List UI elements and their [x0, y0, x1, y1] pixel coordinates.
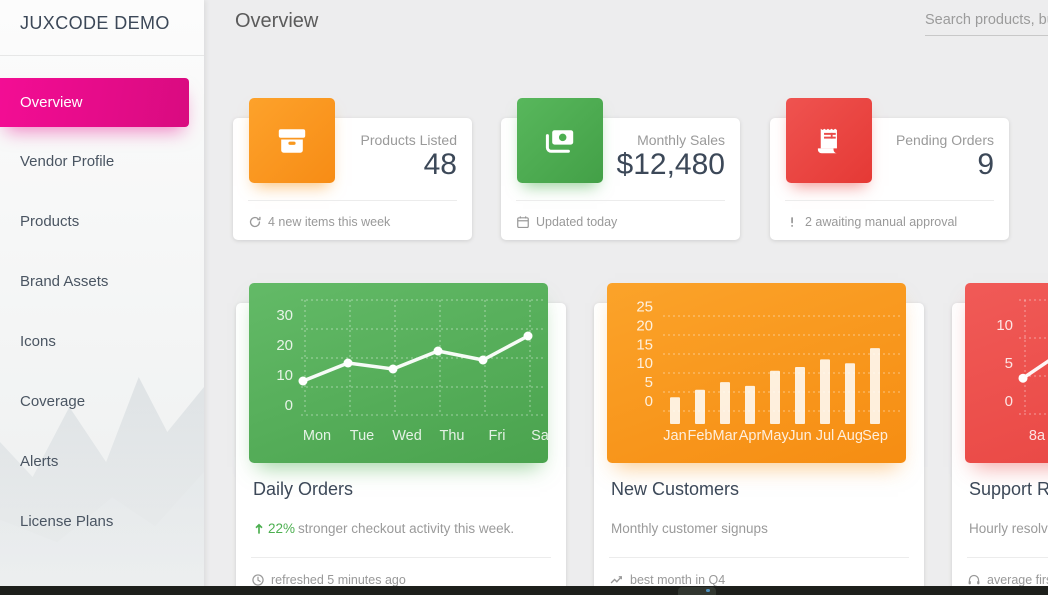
new-customers-bar-chart: 0 5 10 15 2025 JanFebMarAprMayJun JulAugSep — [607, 283, 906, 463]
divider — [785, 200, 994, 201]
daily-orders-line-chart: 0 10 20 30 Mon Tue Wed Thu Fri Sat — [249, 283, 548, 463]
stat-footer: 4 new items this week — [248, 209, 390, 235]
payments-icon — [542, 123, 578, 159]
brand-title: JUXCODE DEMO — [20, 13, 170, 34]
taskbar-active-dot — [706, 589, 710, 592]
svg-text:Sat: Sat — [531, 428, 548, 444]
svg-text:May: May — [761, 428, 789, 444]
svg-text:Jul: Jul — [816, 428, 835, 444]
svg-text:0: 0 — [1005, 393, 1013, 410]
taskbar — [0, 586, 1048, 595]
chart-subtitle-text: Hourly resolv — [969, 521, 1048, 536]
svg-text:30: 30 — [276, 307, 293, 324]
svg-text:Jan: Jan — [663, 428, 686, 444]
stat-icon-tile — [786, 98, 872, 183]
headset-icon — [967, 573, 981, 587]
sidebar-item-icons[interactable]: Icons — [0, 324, 189, 360]
calendar-icon — [516, 215, 530, 229]
svg-text:Fri: Fri — [489, 428, 506, 444]
stat-card-monthly-sales: Monthly Sales $12,480 Updated today — [501, 118, 740, 240]
brand-divider — [0, 55, 204, 56]
svg-text:Mon: Mon — [303, 428, 331, 444]
chart-footer-text: average firs — [987, 573, 1048, 587]
chart-card-support: 05108a9a Support R Hourly resolv average… — [952, 303, 1048, 595]
svg-text:Jun: Jun — [788, 428, 811, 444]
chart-subtitle-highlight: 22% — [268, 521, 295, 536]
svg-text:Mar: Mar — [713, 428, 738, 444]
chart-subtitle-text: stronger checkout activity this week. — [298, 521, 514, 536]
chart-subtitle: Hourly resolv — [969, 521, 1048, 536]
svg-text:0: 0 — [285, 397, 293, 414]
stat-label: Monthly Sales — [637, 132, 725, 148]
clock-icon — [251, 573, 265, 587]
stat-footer: Updated today — [516, 209, 617, 235]
page-title: Overview — [235, 10, 318, 33]
chart-subtitle-text: Monthly customer signups — [611, 521, 768, 536]
svg-text:Aug: Aug — [837, 428, 863, 444]
receipt-icon — [811, 123, 847, 159]
stat-icon-tile — [249, 98, 335, 183]
sidebar-item-alerts[interactable]: Alerts — [0, 444, 189, 480]
stat-card-products-listed: Products Listed 48 4 new items this week — [233, 118, 472, 240]
chart-title: Support R — [969, 479, 1048, 500]
divider — [967, 557, 1048, 558]
trending-up-icon — [609, 573, 624, 587]
chart-title: New Customers — [611, 479, 739, 500]
chart-footer-text: refreshed 5 minutes ago — [271, 573, 406, 587]
stat-icon-tile — [517, 98, 603, 183]
stat-footer: 2 awaiting manual approval — [785, 209, 957, 235]
support-line-chart: 05108a9a — [965, 283, 1048, 463]
sidebar-item-license-plans[interactable]: License Plans — [0, 504, 189, 540]
svg-text:Feb: Feb — [688, 428, 713, 444]
search-field — [925, 8, 1048, 36]
chart-card-new-customers: 0510152025JanFebMarAprMayJunJulAugSep Ne… — [594, 303, 924, 595]
search-input[interactable] — [925, 8, 1048, 36]
svg-text:Apr: Apr — [739, 428, 762, 444]
divider — [251, 557, 551, 558]
svg-text:Wed: Wed — [392, 428, 422, 444]
svg-text:0: 0 — [645, 393, 653, 410]
arrow-up-icon — [253, 522, 265, 535]
divider — [516, 200, 725, 201]
sidebar-item-coverage[interactable]: Coverage — [0, 384, 189, 420]
svg-text:20: 20 — [276, 337, 293, 354]
sidebar-item-overview[interactable]: Overview — [0, 78, 189, 127]
taskbar-item[interactable] — [678, 587, 716, 595]
stat-label: Products Listed — [361, 132, 458, 148]
divider — [248, 200, 457, 201]
svg-text:10: 10 — [996, 317, 1013, 334]
svg-text:Sep: Sep — [862, 428, 888, 444]
stat-value: 9 — [977, 148, 994, 182]
exclamation-icon — [785, 215, 799, 229]
stat-footer-text: Updated today — [536, 215, 617, 229]
svg-text:10: 10 — [636, 355, 653, 372]
svg-text:8a: 8a — [1029, 428, 1046, 444]
divider — [609, 557, 909, 558]
sidebar: JUXCODE DEMO Overview Vendor Profile Pro… — [0, 0, 204, 595]
svg-text:Tue: Tue — [350, 428, 374, 444]
chart-title: Daily Orders — [253, 479, 353, 500]
chart-card-daily-orders: 0 10 20 30 Mon Tue Wed Thu Fri Sat Daily Orders 2… — [236, 303, 566, 595]
sidebar-item-brand-assets[interactable]: Brand Assets — [0, 264, 189, 300]
stat-label: Pending Orders — [896, 132, 994, 148]
svg-text:Thu: Thu — [440, 428, 465, 444]
archive-icon — [274, 123, 310, 159]
stat-value: $12,480 — [617, 148, 725, 182]
svg-text:5: 5 — [1005, 355, 1013, 372]
svg-text:15: 15 — [636, 336, 653, 353]
chart-footer-text: best month in Q4 — [630, 573, 725, 587]
sidebar-item-vendor-profile[interactable]: Vendor Profile — [0, 144, 189, 180]
chart-subtitle: 22% stronger checkout activity this week… — [253, 521, 514, 536]
stat-card-pending-orders: Pending Orders 9 2 awaiting manual appro… — [770, 118, 1009, 240]
svg-text:25: 25 — [636, 299, 653, 316]
sidebar-item-products[interactable]: Products — [0, 204, 189, 240]
stat-footer-text: 2 awaiting manual approval — [805, 215, 957, 229]
svg-text:20: 20 — [636, 317, 653, 334]
update-icon — [248, 215, 262, 229]
stat-footer-text: 4 new items this week — [268, 215, 390, 229]
svg-text:10: 10 — [276, 367, 293, 384]
svg-text:5: 5 — [645, 374, 653, 391]
chart-subtitle: Monthly customer signups — [611, 521, 768, 536]
stat-value: 48 — [424, 148, 457, 182]
